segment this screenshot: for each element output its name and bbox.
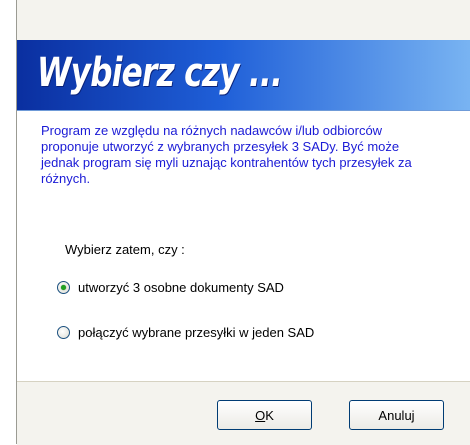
dialog-footer: OK Anuluj bbox=[17, 381, 470, 445]
background-left bbox=[0, 0, 16, 444]
option-label: połączyć wybrane przesyłki w jeden SAD bbox=[78, 324, 315, 340]
ok-label-rest: K bbox=[265, 408, 274, 423]
dialog-message: Program ze względu na różnych nadawców i… bbox=[41, 123, 412, 186]
dialog-window: Wybierz czy ... Program ze względu na ró… bbox=[16, 0, 470, 445]
option-merge-single[interactable]: połączyć wybrane przesyłki w jeden SAD bbox=[57, 322, 314, 342]
dialog-top-strip bbox=[17, 0, 470, 40]
cancel-button[interactable]: Anuluj bbox=[349, 400, 444, 430]
option-label: utworzyć 3 osobne dokumenty SAD bbox=[78, 279, 284, 295]
ok-button[interactable]: OK bbox=[217, 400, 312, 430]
option-separate-documents[interactable]: utworzyć 3 osobne dokumenty SAD bbox=[57, 277, 284, 297]
dialog-content: Program ze względu na różnych nadawców i… bbox=[17, 111, 470, 381]
radio-button-checked[interactable] bbox=[57, 280, 70, 294]
dialog-banner: Wybierz czy ... bbox=[17, 40, 470, 111]
ok-mnemonic: O bbox=[255, 408, 266, 423]
options-prompt: Wybierz zatem, czy : bbox=[65, 242, 185, 257]
radio-button-unchecked[interactable] bbox=[57, 325, 70, 339]
dialog-title: Wybierz czy ... bbox=[37, 50, 283, 96]
